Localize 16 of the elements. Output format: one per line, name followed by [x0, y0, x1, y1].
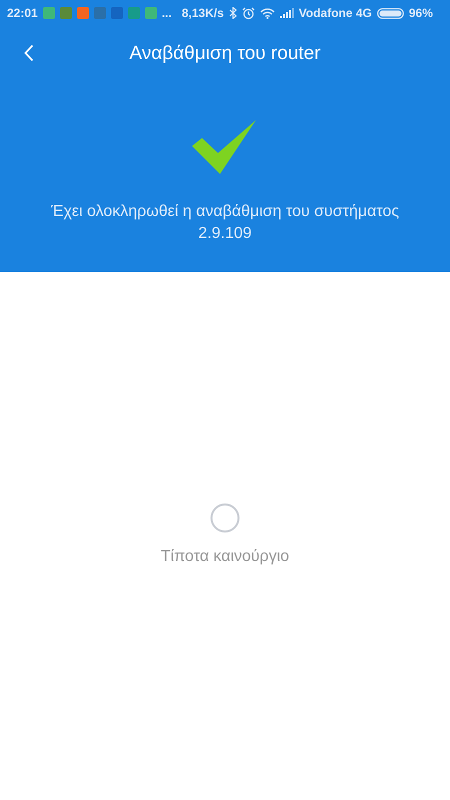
check-mark-icon	[192, 120, 258, 175]
status-time: 22:01	[7, 6, 38, 20]
wifi-icon	[260, 8, 275, 18]
empty-message: Τίποτα καινούργιο	[160, 548, 290, 566]
carrier-name: Vodafone 4G	[298, 6, 372, 20]
signal-icon	[280, 8, 294, 18]
loading-circle-icon	[210, 503, 240, 533]
alarm-clock-icon	[242, 6, 255, 20]
battery-percent: 96%	[408, 6, 433, 20]
page-title: Αναβάθμιση του router	[129, 43, 321, 65]
version-number: 2.9.109	[198, 225, 252, 243]
status-message: Έχει ολοκληρωθεί η αναβάθμιση του συστήματος	[50, 203, 400, 221]
more-notifications: ...	[162, 6, 172, 20]
bluetooth-icon	[228, 7, 237, 19]
network-speed: 8,13K/s	[182, 6, 224, 20]
battery-icon	[376, 8, 404, 18]
